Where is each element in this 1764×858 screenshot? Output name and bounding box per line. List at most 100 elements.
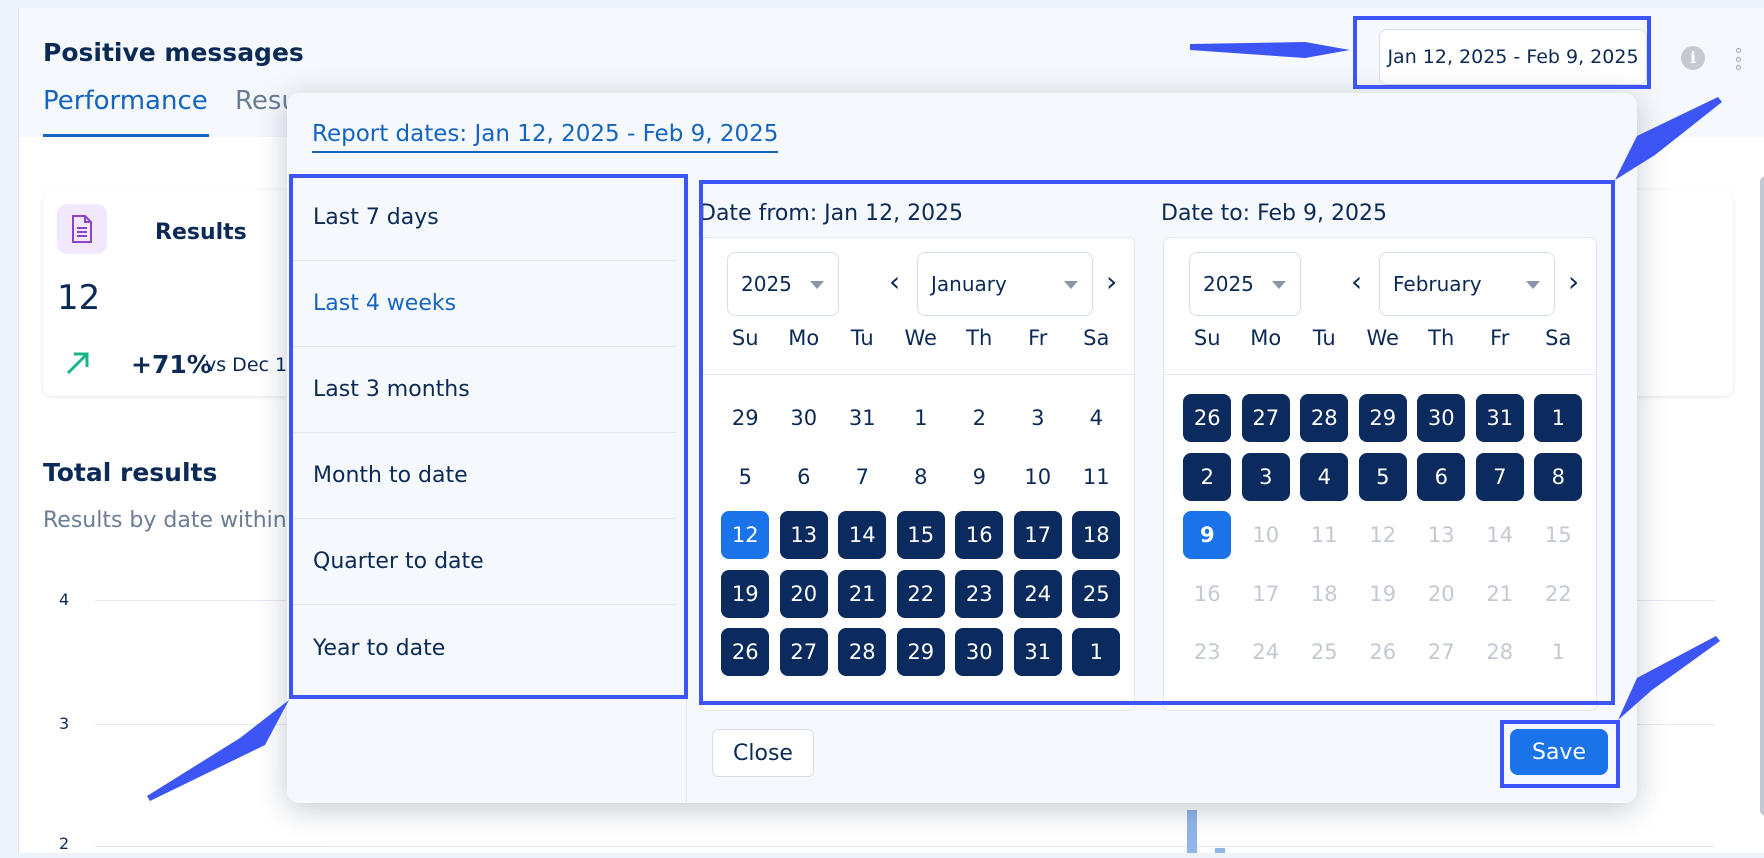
y-axis-tick: 2 [59, 834, 70, 853]
calendar-day[interactable]: 4 [1072, 394, 1120, 442]
calendar-day[interactable]: 31 [1475, 394, 1524, 442]
calendar-day[interactable]: 2 [955, 394, 1003, 442]
calendar-day[interactable]: 17 [1013, 511, 1062, 559]
month-select-value: February [1393, 272, 1482, 296]
calendar-day[interactable]: 27 [1241, 394, 1290, 442]
calendar-day[interactable]: 10 [1014, 453, 1062, 501]
calendar-day[interactable]: 16 [955, 511, 1004, 559]
chevron-right-icon[interactable]: › [1106, 268, 1117, 296]
weekday-label: We [1366, 326, 1399, 350]
calendar-day[interactable]: 8 [897, 453, 945, 501]
chevron-left-icon[interactable]: ‹ [1351, 268, 1362, 296]
calendar-day[interactable]: 9 [955, 453, 1003, 501]
preset-last-4-weeks[interactable]: Last 4 weeks [292, 261, 676, 347]
weekday-header: Su Mo Tu We Th Fr Sa [716, 326, 1126, 350]
calendar-day: 20 [1427, 581, 1455, 606]
calendar-day: 10 [1252, 523, 1280, 547]
preset-year-to-date[interactable]: Year to date [292, 605, 676, 691]
save-button[interactable]: Save [1510, 729, 1608, 775]
info-icon[interactable]: i [1681, 46, 1705, 70]
total-results-subtitle: Results by date within [43, 508, 287, 533]
calendar-day[interactable]: 22 [896, 569, 945, 618]
calendar-day[interactable]: 12 [721, 511, 770, 559]
calendar-day[interactable]: 3 [1241, 452, 1290, 501]
vertical-scrollbar[interactable] [1760, 176, 1764, 816]
calendar-day[interactable]: 28 [838, 628, 887, 676]
year-select-value: 2025 [741, 272, 792, 296]
calendar-day[interactable]: 7 [1475, 452, 1524, 501]
calendar-day[interactable]: 1 [1534, 394, 1583, 442]
weekday-label: Fr [1028, 326, 1048, 350]
results-card-title: Results [155, 220, 247, 245]
close-button[interactable]: Close [712, 729, 814, 777]
calendar-day[interactable]: 19 [721, 569, 770, 618]
calendar-day[interactable]: 7 [838, 453, 886, 501]
calendar-day[interactable]: 23 [955, 569, 1004, 618]
preset-quarter-to-date[interactable]: Quarter to date [292, 519, 676, 605]
calendar-day[interactable]: 4 [1300, 452, 1349, 501]
day-grid-from: 29 30 31 1 2 3 4 5 6 7 8 9 10 11 12 13 14 15 16 17 18 19 20 21 2… [716, 394, 1126, 687]
calendar-day: 21 [1486, 581, 1514, 606]
more-options-icon[interactable] [1734, 48, 1742, 70]
calendar-day[interactable]: 30 [1417, 394, 1466, 442]
tab-performance[interactable]: Performance [43, 86, 208, 116]
month-select-from[interactable]: January [917, 252, 1093, 316]
calendar-day: 16 [1193, 581, 1221, 606]
calendar-day[interactable]: 18 [1072, 511, 1121, 559]
calendar-day: 1 [1551, 640, 1565, 664]
caret-down-icon [1526, 281, 1540, 289]
preset-last-3-months[interactable]: Last 3 months [292, 347, 676, 433]
calendar-day[interactable]: 31 [1013, 628, 1062, 676]
divider [686, 175, 687, 803]
calendar-day[interactable]: 21 [838, 569, 887, 618]
calendar-day[interactable]: 30 [780, 394, 828, 442]
calendar-day[interactable]: 24 [1013, 569, 1062, 618]
month-select-to[interactable]: February [1379, 252, 1555, 316]
date-picker-popover: Report dates: Jan 12, 2025 - Feb 9, 2025… [287, 93, 1637, 803]
results-card-value: 12 [57, 278, 101, 318]
trend-value: +71% [131, 350, 212, 379]
chevron-right-icon[interactable]: › [1568, 268, 1579, 296]
calendar-day[interactable]: 14 [838, 511, 887, 559]
calendar-day[interactable]: 3 [1014, 394, 1062, 442]
calendar-day[interactable]: 29 [721, 394, 769, 442]
calendar-day[interactable]: 1 [1072, 628, 1121, 676]
calendar-day[interactable]: 6 [1417, 452, 1466, 501]
calendar-day[interactable]: 29 [896, 628, 945, 676]
calendar-day[interactable]: 11 [1072, 453, 1120, 501]
calendar-day[interactable]: 5 [721, 453, 769, 501]
page-title: Positive messages [43, 38, 304, 67]
weekday-label: Fr [1490, 326, 1510, 350]
caret-down-icon [1272, 281, 1286, 289]
year-select-to[interactable]: 2025 [1189, 252, 1301, 316]
calendar-day[interactable]: 29 [1358, 394, 1407, 442]
date-range-button[interactable]: Jan 12, 2025 - Feb 9, 2025 [1379, 29, 1647, 85]
calendar-day[interactable]: 26 [1183, 394, 1232, 442]
preset-last-7-days[interactable]: Last 7 days [292, 175, 676, 261]
calendar-day[interactable]: 6 [780, 453, 828, 501]
calendar-day[interactable]: 20 [779, 569, 828, 618]
year-select-from[interactable]: 2025 [727, 252, 839, 316]
calendar-day[interactable]: 9 [1183, 511, 1232, 559]
weekday-label: Su [1193, 326, 1221, 350]
calendar-day[interactable]: 31 [838, 394, 886, 442]
calendar-day[interactable]: 27 [779, 628, 828, 676]
chevron-left-icon[interactable]: ‹ [889, 268, 900, 296]
calendar-day[interactable]: 15 [896, 511, 945, 559]
calendar-day: 27 [1427, 640, 1455, 664]
calendar-day[interactable]: 5 [1358, 452, 1407, 501]
calendar-day[interactable]: 26 [721, 628, 770, 676]
date-from-label: Date from: Jan 12, 2025 [699, 201, 964, 226]
calendar-day[interactable]: 13 [779, 511, 828, 559]
preset-month-to-date[interactable]: Month to date [292, 433, 676, 519]
calendar-day[interactable]: 25 [1072, 569, 1121, 618]
calendar-day: 28 [1486, 640, 1514, 664]
weekday-label: Sa [1083, 326, 1110, 350]
caret-down-icon [810, 281, 824, 289]
calendar-day: 11 [1310, 523, 1338, 547]
calendar-day[interactable]: 8 [1534, 452, 1583, 501]
calendar-day[interactable]: 30 [955, 628, 1004, 676]
calendar-day[interactable]: 28 [1300, 394, 1349, 442]
calendar-day[interactable]: 1 [897, 394, 945, 442]
calendar-day[interactable]: 2 [1183, 452, 1232, 501]
